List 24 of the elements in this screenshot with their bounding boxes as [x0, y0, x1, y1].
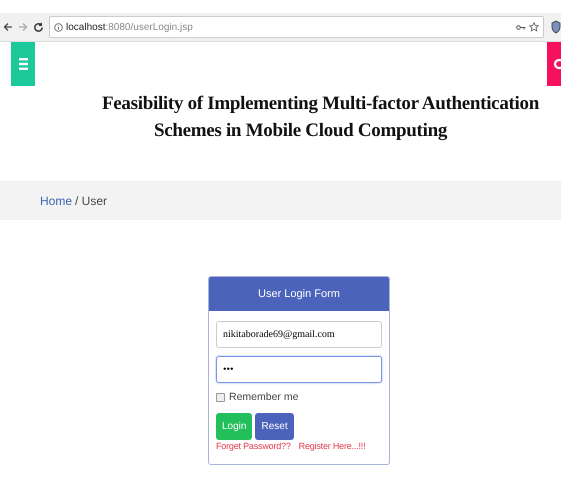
email-field[interactable]: nikitaborade69@gmail.com — [216, 321, 382, 348]
side-panel-tab[interactable] — [547, 42, 561, 86]
forgot-password-link[interactable]: Forget Password?? — [216, 441, 291, 451]
address-bar[interactable]: localhost:8080/userLogin.jsp — [49, 16, 544, 38]
menu-icon — [18, 57, 28, 71]
info-icon — [54, 22, 63, 32]
breadcrumb-current: / User — [75, 194, 108, 208]
reload-icon[interactable] — [33, 22, 44, 32]
url-host: localhost — [66, 22, 106, 32]
remember-label: Remember me — [229, 391, 298, 403]
password-field[interactable]: ••• — [216, 356, 382, 383]
register-link[interactable]: Register Here...!!! — [298, 441, 366, 451]
key-icon[interactable] — [516, 24, 526, 30]
remember-checkbox[interactable] — [216, 392, 225, 402]
page-title: Feasibility of Implementing Multi-factor Authentication — [102, 92, 539, 116]
shield-icon[interactable] — [551, 20, 561, 34]
back-icon[interactable] — [3, 22, 13, 32]
ring-icon — [553, 58, 561, 70]
star-icon[interactable] — [529, 22, 539, 32]
url-path: :8080/userLogin.jsp — [105, 22, 193, 32]
page-title: Schemes in Mobile Cloud Computing — [154, 119, 448, 143]
card-header: User Login Form — [209, 277, 389, 311]
reset-button[interactable]: Reset — [255, 413, 294, 440]
home-link[interactable]: Home — [40, 194, 72, 208]
